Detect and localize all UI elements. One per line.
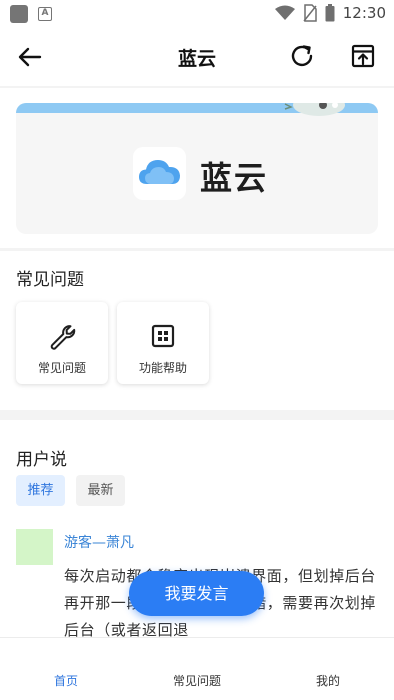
status-bar: A 12:30 bbox=[0, 0, 394, 28]
tile-label: 常见问题 bbox=[37, 361, 86, 375]
wrench-icon bbox=[50, 325, 76, 350]
tab-recommended[interactable]: 推荐 bbox=[16, 475, 65, 506]
page-title: 蓝云 bbox=[177, 48, 216, 70]
battery-icon bbox=[325, 4, 335, 22]
status-time: 12:30 bbox=[342, 4, 386, 22]
nav-home[interactable]: 首页 bbox=[21, 672, 111, 689]
wifi-icon bbox=[274, 5, 295, 20]
nav-me[interactable]: 我的 bbox=[283, 672, 373, 689]
section-separator bbox=[0, 410, 394, 420]
status-right: 12:30 bbox=[274, 4, 386, 22]
grid-box-icon bbox=[151, 324, 175, 348]
sim-card-icon bbox=[303, 4, 317, 22]
post-comment-button[interactable]: 我要发言 bbox=[129, 571, 264, 616]
tab-latest[interactable]: 最新 bbox=[76, 475, 125, 506]
export-icon[interactable] bbox=[349, 42, 377, 70]
app-bar: 蓝云 bbox=[0, 28, 394, 86]
post-username[interactable]: 游客—萧凡 bbox=[64, 532, 134, 552]
faq-tile[interactable]: 常见问题 bbox=[16, 302, 108, 384]
help-tile[interactable]: 功能帮助 bbox=[117, 302, 209, 384]
app-notification-icon bbox=[10, 5, 28, 23]
divider bbox=[0, 248, 394, 251]
refresh-icon[interactable] bbox=[288, 42, 316, 70]
app-banner: 蓝云 bbox=[16, 103, 378, 234]
decorative-character-icon bbox=[284, 103, 345, 116]
app-logo bbox=[133, 147, 186, 200]
banner-app-name: 蓝云 bbox=[200, 159, 269, 197]
faq-section-title: 常见问题 bbox=[16, 270, 84, 290]
avatar[interactable] bbox=[16, 529, 53, 565]
status-left: A bbox=[10, 5, 52, 23]
user-section-title: 用户说 bbox=[16, 450, 67, 470]
tile-label: 功能帮助 bbox=[138, 361, 187, 375]
nav-faq[interactable]: 常见问题 bbox=[152, 672, 242, 689]
a-notification-icon: A bbox=[38, 7, 52, 21]
divider bbox=[0, 86, 394, 88]
cloud-icon bbox=[139, 160, 180, 184]
bottom-nav: 首页 常见问题 我的 bbox=[0, 637, 394, 700]
